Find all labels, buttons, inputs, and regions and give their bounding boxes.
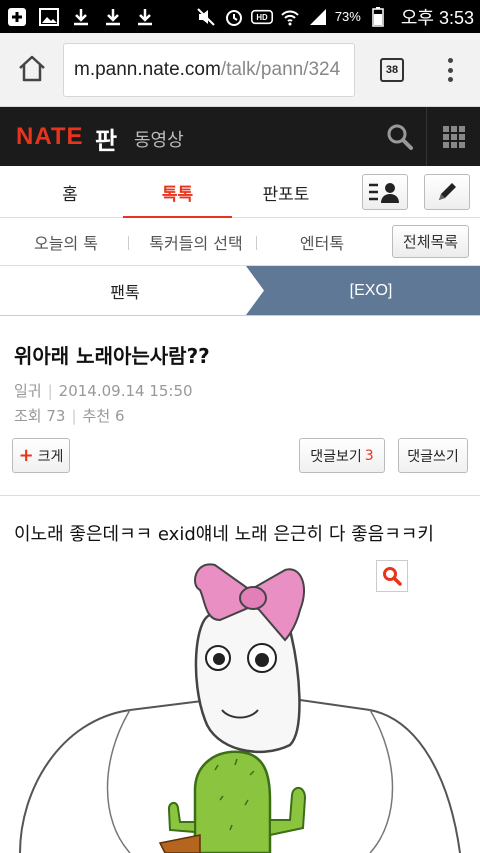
search-button[interactable] [386,123,414,151]
clock: 오후 3:53 [400,7,474,28]
breadcrumb-fantalk[interactable]: 팬톡 [0,266,250,315]
subtab-separator [256,236,257,250]
subtab-entertalk[interactable]: 엔터톡 [282,218,362,265]
recommend-label: 추천 [82,407,111,425]
apps-grid-icon[interactable] [443,126,465,148]
tab-toktok[interactable]: 톡톡 [123,166,232,219]
plus-box-icon [6,7,28,27]
zoom-image-button[interactable] [376,560,408,592]
pencil-icon [439,183,456,200]
search-icon [387,124,413,150]
browser-toolbar: m.pann.nate.com/talk/pann/324 38 [0,33,480,107]
alarm-icon [223,7,245,27]
my-profile-button[interactable] [362,174,408,210]
sub-tabs: 오늘의 톡 톡커들의 선택 엔터톡 전체목록 [0,218,480,266]
plus-icon: + [18,445,34,466]
enlarge-label: 크게 [37,448,64,465]
browser-menu-button[interactable] [440,55,460,85]
subtab-tokker-choice[interactable]: 톡커들의 선택 [140,218,252,265]
wifi-icon [279,7,301,27]
battery-percent: 73% [334,9,361,24]
post-stats: 조회 73 | 추천 6 [14,407,125,425]
hd-icon: HD [250,7,273,27]
views-label: 조회 [14,407,42,425]
subtab-today[interactable]: 오늘의 톡 [22,218,110,265]
write-comment-button[interactable]: 댓글쓰기 [398,438,468,473]
full-list-button[interactable]: 전체목록 [392,225,469,258]
url-host: m.pann.nate.com [74,59,221,80]
url-field[interactable]: m.pann.nate.com/talk/pann/324 [63,43,355,97]
post-image[interactable] [0,560,480,853]
download-icon [102,7,124,27]
main-tabs: 홈 톡톡 판포토 [0,166,480,219]
download-icon [134,7,156,27]
view-comments-label: 댓글보기 [310,448,362,465]
enlarge-text-button[interactable]: + 크게 [12,438,70,473]
status-bar: HD 73% 오후 3:53 [0,0,480,33]
nate-logo[interactable]: NATE [16,123,84,151]
image-icon [38,7,60,27]
pann-logo[interactable]: 판 [95,121,117,156]
breadcrumb-exo[interactable]: [EXO] [262,266,480,315]
tab-home[interactable]: 홈 [20,166,120,218]
battery-icon [367,6,389,27]
write-button[interactable] [424,174,470,210]
tab-pannphoto[interactable]: 판포토 [236,166,336,218]
post-body-text: 이노래 좋은데ㅋㅋ exid얘네 노래 은근히 다 좋음ㅋㅋ키 [14,524,434,545]
video-link[interactable]: 동영상 [134,126,184,152]
write-comment-label: 댓글쓰기 [407,448,459,465]
site-header: NATE 판 동영상 [0,107,480,166]
breadcrumb: 팬톡 [EXO] [0,266,480,316]
url-path: /talk/pann/324 [220,59,341,80]
post-meta: 일귀 | 2014.09.14 15:50 [14,382,193,400]
header-divider [426,107,427,166]
view-comments-button[interactable]: 댓글보기 3 [299,438,385,473]
content-divider [0,495,480,496]
tab-switcher-button[interactable]: 38 [380,58,404,82]
user-list-icon [369,183,399,203]
views-count: 73 [46,407,66,425]
post-title: 위아래 노래아는사람?? [14,344,210,368]
comments-count: 3 [364,447,374,464]
mute-icon [195,7,217,27]
home-icon [19,55,45,82]
magnifier-icon [383,567,402,586]
signal-icon [307,7,329,27]
download-icon [70,7,92,27]
subtab-separator [128,236,129,250]
post-author: 일귀 [14,382,42,400]
svg-text:HD: HD [256,13,268,22]
post-date: 2014.09.14 15:50 [58,382,193,400]
recommend-count: 6 [114,407,125,425]
home-button[interactable] [16,53,48,85]
